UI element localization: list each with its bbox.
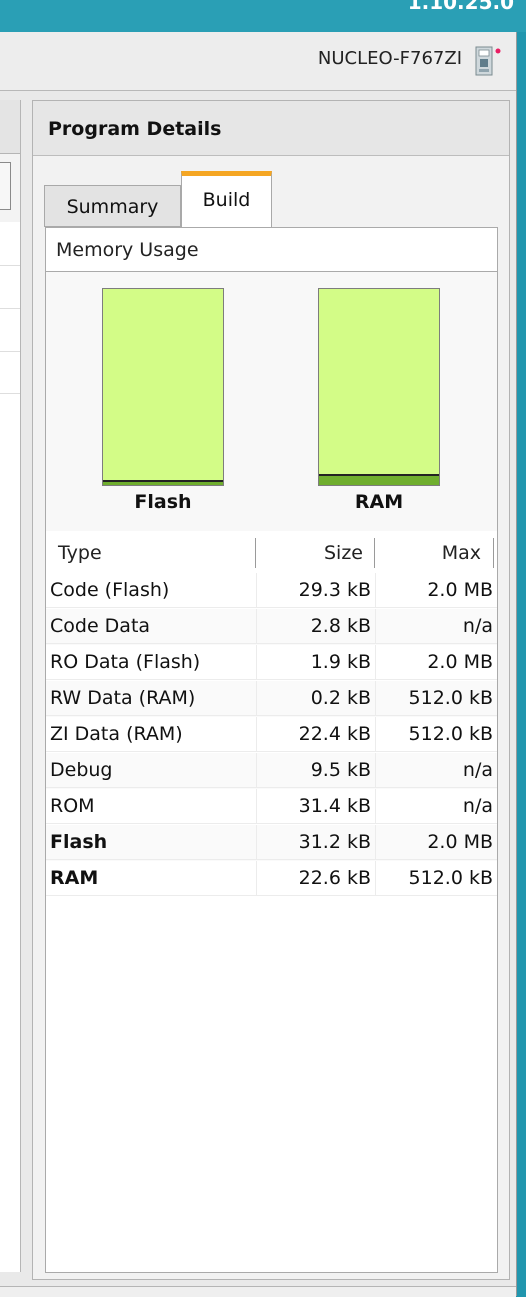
cell-max: 512.0 kB bbox=[375, 861, 497, 896]
left-panel-list[interactable] bbox=[0, 222, 20, 1272]
table-row[interactable]: RO Data (Flash) 1.9 kB 2.0 MB bbox=[46, 645, 497, 681]
column-resize-handle[interactable] bbox=[374, 538, 375, 568]
column-header-size[interactable]: Size bbox=[324, 542, 363, 564]
table-row[interactable]: Code Data 2.8 kB n/a bbox=[46, 609, 497, 645]
app-header: NUCLEO-F767ZI bbox=[0, 32, 516, 91]
cell-size: 22.6 kB bbox=[256, 861, 375, 896]
memory-usage-title: Memory Usage bbox=[46, 228, 497, 272]
panel-header: Program Details bbox=[33, 101, 509, 156]
cell-type: RW Data (RAM) bbox=[46, 681, 256, 716]
cell-max: 2.0 MB bbox=[375, 645, 497, 680]
cell-size: 2.8 kB bbox=[256, 609, 375, 644]
cell-size: 0.2 kB bbox=[256, 681, 375, 716]
left-panel-field[interactable] bbox=[0, 162, 11, 210]
cell-max: 2.0 MB bbox=[375, 573, 497, 608]
program-details-panel: Program Details Summary Build Memory Usa… bbox=[32, 100, 510, 1280]
table-row[interactable]: ZI Data (RAM) 22.4 kB 512.0 kB bbox=[46, 717, 497, 753]
tab-build[interactable]: Build bbox=[181, 171, 272, 229]
cell-size: 29.3 kB bbox=[256, 573, 375, 608]
memory-usage-chart: Flash RAM bbox=[46, 272, 497, 532]
cell-max: 512.0 kB bbox=[375, 717, 497, 752]
cell-size: 1.9 kB bbox=[256, 645, 375, 680]
table-row[interactable]: ROM 31.4 kB n/a bbox=[46, 789, 497, 825]
title-bar: 1.10.25.0 bbox=[0, 0, 526, 32]
column-resize-handle[interactable] bbox=[493, 538, 494, 568]
list-divider bbox=[0, 351, 20, 352]
cell-type: Code (Flash) bbox=[46, 573, 256, 608]
flash-bar-label: Flash bbox=[134, 491, 192, 513]
ram-usage-bar bbox=[318, 288, 440, 486]
bottom-panel-edge bbox=[0, 1286, 516, 1297]
cell-size: 31.2 kB bbox=[256, 825, 375, 860]
column-header-max[interactable]: Max bbox=[442, 542, 481, 564]
column-header-type[interactable]: Type bbox=[58, 542, 102, 564]
table-header: Type Size Max bbox=[46, 531, 497, 573]
device-name[interactable]: NUCLEO-F767ZI bbox=[318, 48, 462, 69]
cell-max: n/a bbox=[375, 753, 497, 788]
ram-usage-fill bbox=[319, 474, 439, 485]
cell-type: Flash bbox=[46, 825, 256, 860]
cell-size: 31.4 kB bbox=[256, 789, 375, 824]
flash-usage-bar bbox=[102, 288, 224, 486]
column-resize-handle[interactable] bbox=[255, 538, 256, 568]
cell-type: Code Data bbox=[46, 609, 256, 644]
table-row[interactable]: RAM 22.6 kB 512.0 kB bbox=[46, 861, 497, 897]
cell-type: RAM bbox=[46, 861, 256, 896]
cell-max: n/a bbox=[375, 789, 497, 824]
cell-type: Debug bbox=[46, 753, 256, 788]
cell-size: 22.4 kB bbox=[256, 717, 375, 752]
table-row[interactable]: RW Data (RAM) 0.2 kB 512.0 kB bbox=[46, 681, 497, 717]
left-panel-header bbox=[0, 100, 20, 154]
build-tab-content: Memory Usage Flash RAM Type Size Max Cod… bbox=[45, 227, 498, 1273]
ram-bar-label: RAM bbox=[354, 491, 404, 513]
flash-usage-fill bbox=[103, 480, 223, 485]
cell-type: ROM bbox=[46, 789, 256, 824]
list-divider bbox=[0, 308, 20, 309]
cell-size: 9.5 kB bbox=[256, 753, 375, 788]
cell-max: n/a bbox=[375, 609, 497, 644]
app-window: NUCLEO-F767ZI Program Details Summary Bu… bbox=[0, 32, 517, 1297]
left-panel bbox=[0, 100, 21, 1272]
list-divider bbox=[0, 393, 20, 394]
board-icon[interactable] bbox=[470, 44, 504, 78]
cell-max: 2.0 MB bbox=[375, 825, 497, 860]
version-label: 1.10.25.0 bbox=[407, 0, 514, 14]
tab-summary[interactable]: Summary bbox=[44, 185, 181, 227]
table-row[interactable]: Flash 31.2 kB 2.0 MB bbox=[46, 825, 497, 861]
panel-title: Program Details bbox=[48, 118, 222, 140]
cell-max: 512.0 kB bbox=[375, 681, 497, 716]
cell-type: ZI Data (RAM) bbox=[46, 717, 256, 752]
table-row[interactable]: Code (Flash) 29.3 kB 2.0 MB bbox=[46, 573, 497, 609]
table-row[interactable]: Debug 9.5 kB n/a bbox=[46, 753, 497, 789]
list-divider bbox=[0, 265, 20, 266]
cell-type: RO Data (Flash) bbox=[46, 645, 256, 680]
